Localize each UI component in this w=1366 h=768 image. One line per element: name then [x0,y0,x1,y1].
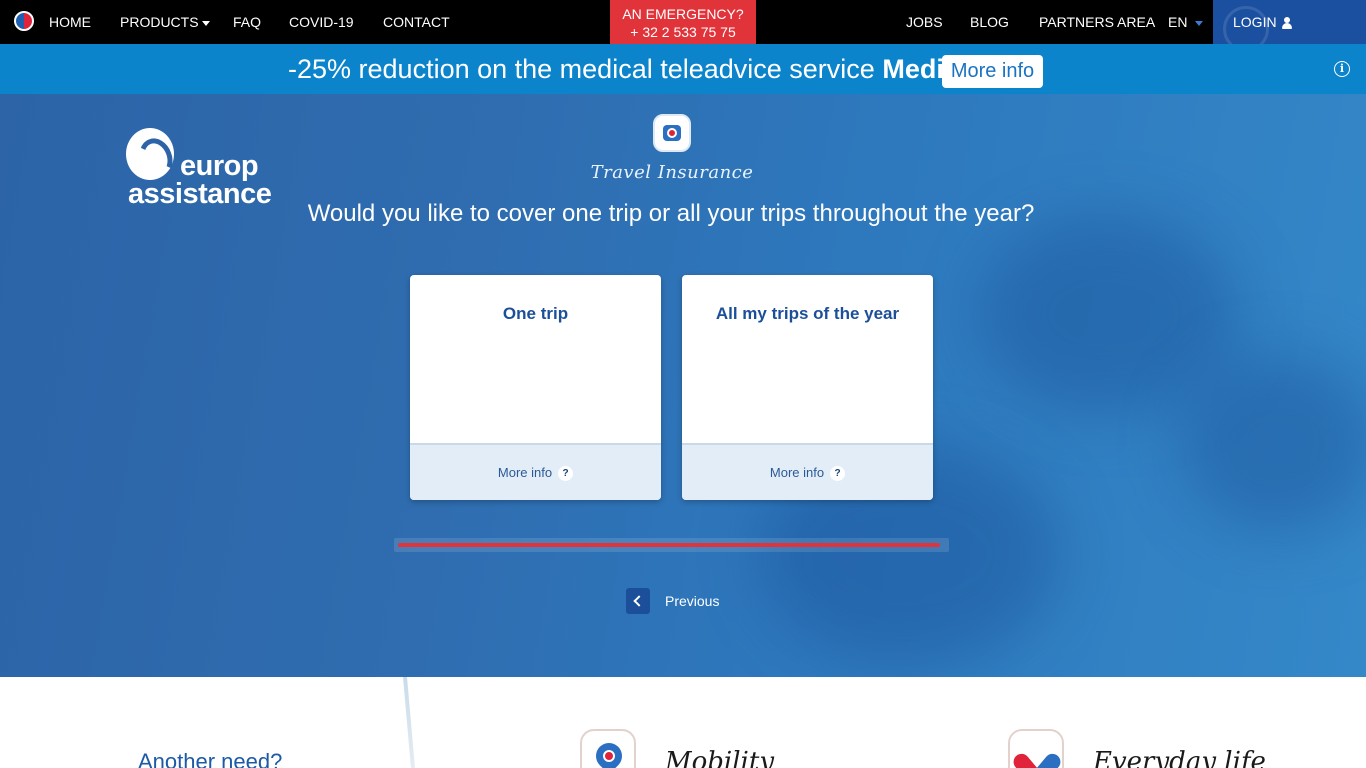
chevron-left-icon[interactable] [626,588,650,614]
login-button[interactable]: LOGIN [1213,0,1366,44]
emergency-label: AN EMERGENCY? [622,6,744,22]
info-icon[interactable]: i [1334,61,1350,77]
option-card-one-trip[interactable]: One trip More info? [410,275,661,500]
progress-bar [394,538,949,552]
background-decor [1180,354,1366,534]
promo-message: -25% reduction on the medical teleadvice… [288,52,1011,86]
background-decor [980,214,1240,414]
nav-products-label: PRODUCTS [120,14,199,30]
help-icon: ? [558,466,574,482]
login-decor-ring [1223,6,1269,44]
nav-jobs[interactable]: JOBS [906,0,943,44]
category-everyday-life[interactable]: Everyday life [1093,747,1266,768]
travel-camera-icon [653,114,691,152]
emergency-phone: + 32 2 533 75 75 [630,24,736,40]
chevron-down-icon [201,20,210,26]
more-info-label: More info [769,465,825,480]
option-more-info-link[interactable]: More info? [410,465,661,482]
option-title: One trip [502,304,569,323]
help-icon: ? [830,466,846,482]
hero-section: europ assistance Travel Insurance Would … [0,94,1366,677]
option-footer: More info? [682,443,933,500]
option-card-all-trips[interactable]: All my trips of the year More info? [682,275,933,500]
nav-contact[interactable]: CONTACT [383,0,450,44]
nav-home[interactable]: HOME [49,0,91,44]
page-question: Would you like to cover one trip or all … [307,200,1035,227]
nav-faq[interactable]: FAQ [233,0,261,44]
language-label: EN [1168,14,1188,30]
brand-logo-icon[interactable] [14,11,34,31]
nav-blog[interactable]: BLOG [970,0,1009,44]
bottom-section: Another need? Mobility Everyday life [0,677,1366,768]
europ-assistance-logo[interactable]: europ assistance [126,128,272,210]
option-footer: More info? [410,443,661,500]
promo-text: -25% reduction on the medical teleadvice… [288,54,875,84]
more-info-label: More info [497,465,553,480]
divider [403,677,416,768]
previous-button[interactable]: Previous [665,593,719,609]
promo-banner: -25% reduction on the medical teleadvice… [0,44,1366,94]
option-more-info-link[interactable]: More info? [682,465,933,482]
logo-swirl-icon [126,128,174,180]
language-selector[interactable]: EN [1168,0,1204,44]
nav-covid[interactable]: COVID-19 [289,0,354,44]
product-name: Travel Insurance [590,162,754,183]
another-need-title: Another need? [138,749,283,768]
chevron-down-icon [1195,20,1204,26]
promo-more-info-button[interactable]: More info [942,55,1043,88]
nav-products[interactable]: PRODUCTS [120,0,210,44]
user-icon [1281,17,1293,30]
category-mobility[interactable]: Mobility [665,747,774,768]
option-title: All my trips of the year [715,304,900,323]
location-pin-icon[interactable] [580,729,636,768]
nav-partners-area[interactable]: PARTNERS AREA [1039,0,1155,44]
heart-icon[interactable] [1008,729,1064,768]
top-navigation: HOME PRODUCTS FAQ COVID-19 CONTACT AN EM… [0,0,1366,48]
progress-fill [398,543,940,547]
emergency-button[interactable]: AN EMERGENCY? + 32 2 533 75 75 [610,0,756,48]
